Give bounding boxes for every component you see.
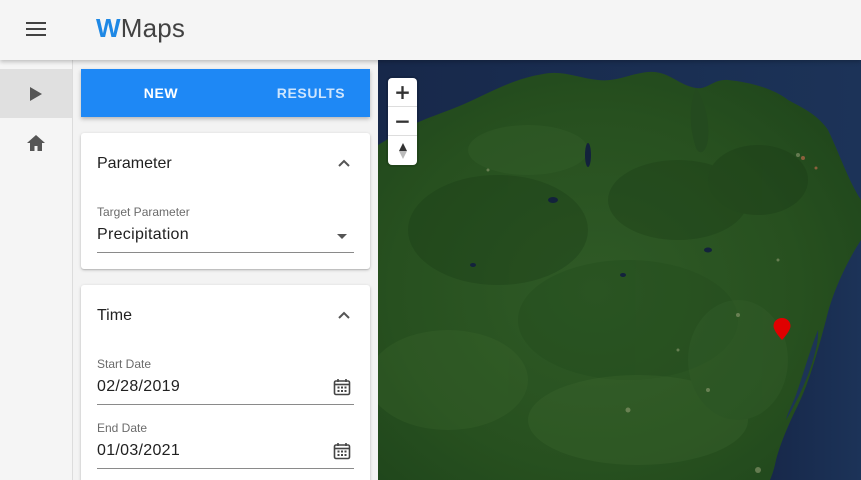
target-parameter-value: Precipitation bbox=[97, 226, 189, 243]
start-date-value: 02/28/2019 bbox=[97, 378, 181, 395]
calendar-icon[interactable] bbox=[333, 442, 351, 460]
time-card-title: Time bbox=[97, 307, 132, 324]
hamburger-menu-icon[interactable] bbox=[26, 21, 46, 37]
panel-tabs: NEW RESULTS bbox=[81, 69, 370, 117]
zoom-control: + − bbox=[388, 78, 417, 165]
end-date-field[interactable]: End Date 01/03/2021 bbox=[97, 421, 354, 469]
end-date-value: 01/03/2021 bbox=[97, 442, 181, 459]
end-date-label: End Date bbox=[97, 421, 148, 435]
zoom-in-button[interactable]: + bbox=[388, 78, 417, 107]
chevron-up-icon bbox=[338, 159, 350, 167]
time-card: Time Start Date 02/28/2019 End Date 01/0… bbox=[81, 285, 370, 480]
zoom-out-button[interactable]: − bbox=[388, 107, 417, 136]
side-panel: NEW RESULTS Parameter Target Parameter P… bbox=[73, 60, 378, 480]
target-parameter-label: Target Parameter bbox=[97, 205, 190, 219]
app-bar: WMaps bbox=[0, 0, 861, 60]
chevron-up-icon bbox=[338, 311, 350, 319]
start-date-label: Start Date bbox=[97, 357, 152, 371]
reset-bearing-button[interactable] bbox=[388, 136, 417, 165]
dropdown-arrow-icon bbox=[337, 234, 347, 239]
app-logo[interactable]: WMaps bbox=[96, 12, 185, 44]
satellite-imagery bbox=[378, 60, 861, 480]
start-date-field[interactable]: Start Date 02/28/2019 bbox=[97, 357, 354, 405]
tab-results[interactable]: RESULTS bbox=[241, 69, 378, 117]
logo-text: Maps bbox=[120, 13, 186, 43]
compass-icon bbox=[398, 142, 407, 159]
time-card-header[interactable]: Time bbox=[97, 285, 354, 349]
calendar-icon[interactable] bbox=[333, 378, 351, 396]
parameter-card-header[interactable]: Parameter bbox=[97, 133, 354, 197]
nav-rail bbox=[0, 60, 73, 480]
rail-item-home[interactable] bbox=[0, 118, 72, 167]
target-parameter-select[interactable]: Target Parameter Precipitation bbox=[97, 205, 354, 253]
logo-w: W bbox=[96, 13, 121, 43]
map-view[interactable]: + − bbox=[378, 60, 861, 480]
rail-item-run[interactable] bbox=[0, 69, 72, 118]
play-icon bbox=[30, 86, 42, 101]
parameter-card: Parameter Target Parameter Precipitation bbox=[81, 133, 370, 269]
map-marker-icon[interactable] bbox=[772, 317, 792, 341]
home-icon bbox=[27, 134, 45, 151]
tab-new[interactable]: NEW bbox=[81, 69, 241, 117]
parameter-card-title: Parameter bbox=[97, 155, 172, 172]
